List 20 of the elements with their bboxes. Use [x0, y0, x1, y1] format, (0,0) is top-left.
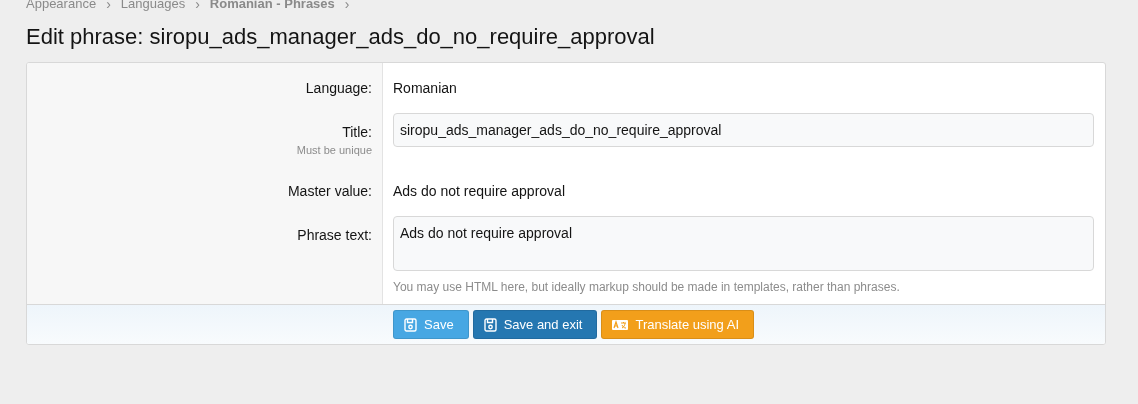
field-value: Ads do not require approval: [393, 182, 566, 200]
field-label: Title:: [342, 123, 372, 141]
translate-icon: [612, 319, 629, 330]
field-label: Master value:: [287, 182, 372, 200]
translate-button[interactable]: Translate using AI: [601, 310, 754, 339]
save-button[interactable]: Save: [393, 310, 469, 339]
field-label: Language:: [305, 79, 372, 97]
save-button[interactable]: Save and exit: [472, 310, 598, 339]
save-icon: [483, 317, 497, 332]
phrase-text-field[interactable]: Ads do not require approval: [393, 216, 1094, 271]
field-label: Phrase text:: [297, 226, 372, 244]
breadcrumb-separator: ›: [344, 0, 350, 10]
breadcrumb-separator: ›: [195, 0, 200, 10]
field-value: Romanian: [393, 79, 458, 97]
field-explain: You may use HTML here, but ideally markup should be made in templates, rather than phrases.: [393, 280, 901, 294]
breadcrumb-separator: ›: [106, 0, 111, 10]
save-icon: [404, 317, 417, 332]
field-hint: Must be unique: [296, 144, 372, 156]
page-title: Edit phrase: siropu_ads_manager_ads_do_no_require_approval: [26, 24, 656, 50]
title-field[interactable]: siropu_ads_manager_ads_do_no_require_approval: [393, 113, 1094, 147]
